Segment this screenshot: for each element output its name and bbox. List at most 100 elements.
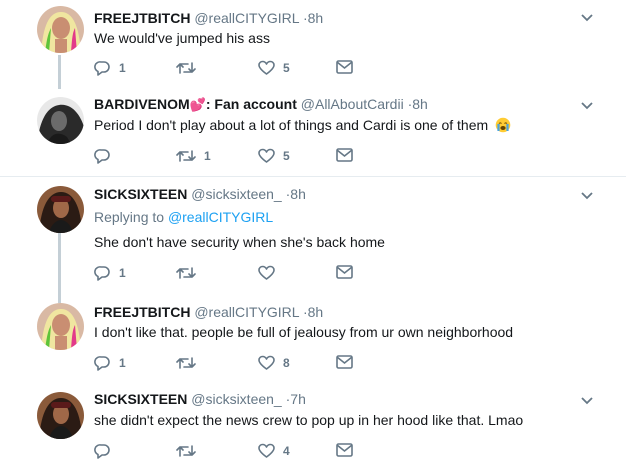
reply-button[interactable]: 1 — [94, 355, 126, 371]
chevron-down-icon[interactable] — [580, 394, 594, 408]
reply-count: 1 — [119, 356, 126, 370]
tweet-text-content: Period I don't play about a lot of thing… — [94, 117, 489, 133]
message-button[interactable] — [336, 265, 353, 279]
timestamp[interactable]: 8h — [412, 96, 428, 112]
tweet-header: FREEJTBITCH @reallCITYGIRL ·8h — [94, 10, 323, 26]
timestamp[interactable]: 7h — [290, 391, 306, 407]
action-bar: 1 8 — [94, 355, 374, 373]
reply-icon — [94, 266, 110, 281]
chevron-down-icon[interactable] — [580, 189, 594, 203]
like-count: 4 — [283, 444, 290, 458]
chevron-down-icon[interactable] — [580, 99, 594, 113]
user-handle[interactable]: @sicksixteen_ — [191, 391, 281, 407]
reply-count: 1 — [119, 61, 126, 75]
reply-icon — [94, 356, 110, 371]
thread-line — [58, 55, 61, 89]
like-count: 5 — [283, 61, 290, 75]
display-name[interactable]: SICKSIXTEEN — [94, 186, 187, 202]
user-handle[interactable]: @sicksixteen_ — [191, 186, 281, 202]
avatar[interactable] — [37, 186, 84, 233]
tweet-text: she didn't expect the news crew to pop u… — [94, 412, 524, 428]
tweet-text: I don't like that. people be full of jea… — [94, 324, 514, 340]
heart-icon — [258, 148, 275, 163]
tweet[interactable]: FREEJTBITCH @reallCITYGIRL ·8h I don't l… — [0, 294, 626, 382]
user-handle[interactable]: @AllAboutCardii — [301, 96, 404, 112]
tweet[interactable]: FREEJTBITCH @reallCITYGIRL ·8h We would'… — [0, 0, 626, 89]
retweet-icon — [176, 150, 196, 162]
like-button[interactable]: 8 — [258, 355, 290, 371]
timestamp[interactable]: 8h — [308, 10, 324, 26]
reply-button[interactable] — [94, 148, 119, 164]
user-handle[interactable]: @reallCITYGIRL — [194, 304, 299, 320]
display-name[interactable]: FREEJTBITCH — [94, 304, 190, 320]
avatar[interactable] — [37, 97, 84, 144]
envelope-icon — [336, 60, 353, 74]
like-count: 8 — [283, 356, 290, 370]
reply-button[interactable]: 1 — [94, 265, 126, 281]
like-count: 5 — [283, 149, 290, 163]
tweet-text: We would've jumped his ass — [94, 30, 270, 46]
heart-icon — [258, 265, 275, 280]
retweet-button[interactable]: 1 — [176, 148, 211, 164]
message-button[interactable] — [336, 355, 353, 369]
like-button[interactable] — [258, 265, 283, 281]
account-label: : Fan account — [205, 96, 297, 112]
timestamp[interactable]: 8h — [290, 186, 306, 202]
tweet[interactable]: BARDIVENOM💕: Fan account @AllAboutCardii… — [0, 88, 626, 174]
divider — [0, 176, 626, 177]
tweet-header: SICKSIXTEEN @sicksixteen_ ·7h — [94, 391, 306, 407]
like-button[interactable]: 5 — [258, 148, 290, 164]
retweet-icon — [176, 267, 196, 279]
tweet[interactable]: SICKSIXTEEN @sicksixteen_ ·8h Replying t… — [0, 178, 626, 297]
message-button[interactable] — [336, 443, 353, 457]
message-button[interactable] — [336, 60, 353, 74]
retweet-icon — [176, 62, 196, 74]
heart-icon — [258, 443, 275, 458]
reply-count: 1 — [119, 266, 126, 280]
reply-icon — [94, 61, 110, 76]
action-bar: 1 5 — [94, 60, 374, 78]
action-bar: 4 — [94, 443, 374, 461]
retweet-button[interactable] — [176, 60, 204, 76]
tweet-header: SICKSIXTEEN @sicksixteen_ ·8h — [94, 186, 306, 202]
action-bar: 1 — [94, 265, 374, 283]
display-name[interactable]: FREEJTBITCH — [94, 10, 190, 26]
tweet[interactable]: SICKSIXTEEN @sicksixteen_ ·7h she didn't… — [0, 384, 626, 463]
hearts-emoji-icon: 💕 — [189, 97, 206, 112]
tweet-text: Period I don't play about a lot of thing… — [94, 117, 511, 133]
reply-button[interactable] — [94, 443, 119, 459]
envelope-icon — [336, 355, 353, 369]
thread-line — [58, 233, 61, 297]
retweet-count: 1 — [204, 149, 211, 163]
tweet-header: BARDIVENOM💕: Fan account @AllAboutCardii… — [94, 96, 428, 113]
like-button[interactable]: 5 — [258, 60, 290, 76]
retweet-icon — [176, 357, 196, 369]
envelope-icon — [336, 148, 353, 162]
heart-icon — [258, 60, 275, 75]
chevron-down-icon[interactable] — [580, 11, 594, 25]
like-button[interactable]: 4 — [258, 443, 290, 459]
user-handle[interactable]: @reallCITYGIRL — [194, 10, 299, 26]
heart-icon — [258, 355, 275, 370]
action-bar: 1 5 — [94, 148, 374, 166]
crying-face-emoji-icon — [495, 117, 511, 133]
retweet-button[interactable] — [176, 355, 204, 371]
mention-link[interactable]: @reallCITYGIRL — [168, 209, 273, 225]
reply-button[interactable]: 1 — [94, 60, 126, 76]
thread-line — [58, 294, 61, 303]
replying-to-prefix: Replying to — [94, 209, 168, 225]
avatar[interactable] — [37, 6, 84, 53]
reply-icon — [94, 149, 110, 164]
avatar[interactable] — [37, 392, 84, 439]
envelope-icon — [336, 265, 353, 279]
timestamp[interactable]: 8h — [308, 304, 324, 320]
message-button[interactable] — [336, 148, 353, 162]
display-name[interactable]: BARDIVENOM — [94, 96, 190, 112]
envelope-icon — [336, 443, 353, 457]
avatar[interactable] — [37, 303, 84, 350]
retweet-button[interactable] — [176, 265, 204, 281]
tweet-text: She don't have security when she's back … — [94, 234, 385, 250]
reply-icon — [94, 444, 110, 459]
display-name[interactable]: SICKSIXTEEN — [94, 391, 187, 407]
retweet-button[interactable] — [176, 443, 204, 459]
